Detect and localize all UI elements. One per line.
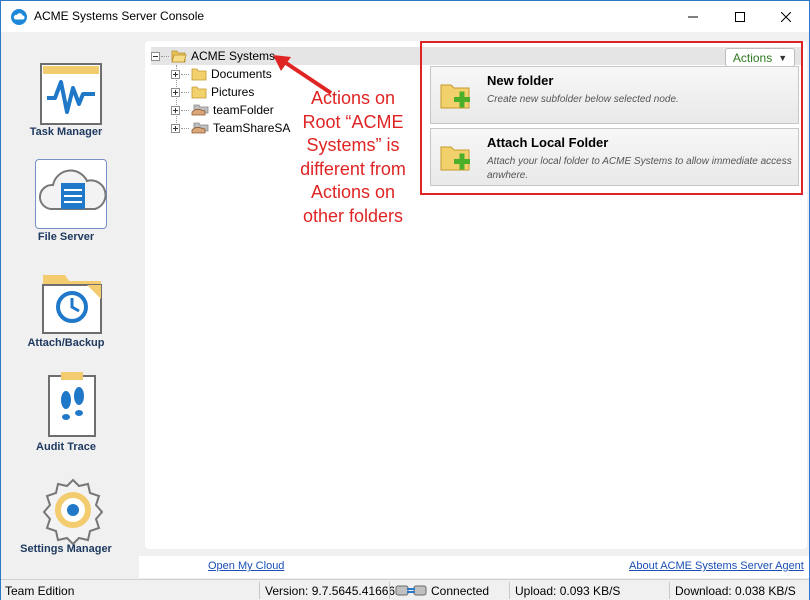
- tree-connector: [181, 91, 189, 93]
- annotation-text: Actions on Root “ACME Systems” is differ…: [300, 88, 406, 226]
- sidebar-item-label: File Server: [37, 231, 95, 243]
- tree-node-label: teamFolder: [213, 103, 274, 117]
- expand-toggle[interactable]: [171, 87, 180, 97]
- tree-node-pictures[interactable]: Pictures: [171, 83, 254, 101]
- sidebar-item-attach-backup[interactable]: Attach/Backup: [1, 267, 139, 367]
- app-window: ACME Systems Server Console Task Manager: [0, 0, 810, 600]
- about-link[interactable]: About ACME Systems Server Agent: [629, 560, 804, 572]
- sidebar-item-label: Audit Trace: [36, 441, 96, 453]
- sidebar-item-label: Settings Manager: [20, 543, 112, 555]
- close-button[interactable]: [763, 1, 809, 32]
- expand-toggle[interactable]: [171, 123, 180, 133]
- folder-icon: [191, 86, 207, 98]
- sidebar-item-label: Attach/Backup: [27, 337, 105, 349]
- maximize-button[interactable]: [717, 1, 763, 32]
- minimize-icon: [688, 16, 698, 17]
- shared-folder-icon: [191, 104, 209, 115]
- tree-node-label: Pictures: [211, 85, 255, 99]
- status-bar: Team Edition Version: 9.7.5645.41666 Con…: [1, 579, 809, 600]
- tree-node-teamfolder[interactable]: teamFolder: [171, 101, 274, 119]
- sidebar-item-audit-trace[interactable]: Audit Trace: [1, 370, 139, 470]
- action-new-folder[interactable]: New folder Create new subfolder below se…: [430, 66, 799, 124]
- task-manager-icon: [40, 63, 102, 125]
- actions-button-label: Actions: [732, 50, 773, 65]
- collapse-toggle[interactable]: [151, 51, 160, 61]
- sidebar-item-settings-manager[interactable]: Settings Manager: [1, 474, 139, 574]
- tree-node-label: Documents: [211, 67, 272, 81]
- status-divider: [509, 582, 510, 599]
- action-title: New folder: [487, 73, 554, 88]
- file-server-icon: [39, 169, 107, 210]
- tree-node-label: TeamShareSA: [213, 121, 291, 135]
- status-divider: [669, 582, 670, 599]
- settings-manager-icon: [42, 478, 104, 546]
- tree-node-documents[interactable]: Documents: [171, 65, 272, 83]
- tree-connector: [161, 55, 169, 57]
- version-status: Version: 9.7.5645.41666: [265, 583, 396, 598]
- action-description: Create new subfolder below selected node…: [487, 94, 679, 105]
- tree-node-label: ACME Systems: [191, 49, 276, 63]
- tree-node-teamsharesa[interactable]: TeamShareSA: [171, 119, 290, 137]
- upload-status: Upload: 0.093 KB/S: [515, 583, 621, 598]
- folder-icon: [191, 68, 207, 80]
- download-status: Download: 0.038 KB/S: [675, 583, 796, 598]
- caret-down-icon: ▼: [778, 52, 788, 63]
- connected-plug-icon: [395, 585, 427, 596]
- actions-panel: Actions ▼ New folder Create new subfolde…: [420, 41, 803, 195]
- actions-dropdown-button[interactable]: Actions ▼: [725, 48, 795, 67]
- new-folder-icon: [440, 84, 470, 109]
- expand-toggle[interactable]: [171, 105, 180, 115]
- action-title: Attach Local Folder: [487, 135, 609, 150]
- status-divider: [389, 582, 390, 599]
- expand-toggle[interactable]: [171, 69, 180, 79]
- status-divider: [259, 582, 260, 599]
- sidebar: Task Manager File Server Attach/Backup A…: [1, 32, 139, 578]
- tree-connector: [181, 109, 189, 111]
- maximize-icon: [735, 11, 745, 22]
- cloud-app-icon: [11, 9, 27, 25]
- connection-label: Connected: [431, 583, 490, 598]
- tree-connector: [181, 127, 189, 129]
- open-folder-icon: [171, 50, 187, 63]
- audit-trace-icon: [48, 372, 96, 437]
- action-attach-local-folder[interactable]: Attach Local Folder Attach your local fo…: [430, 128, 799, 186]
- edition-status: Team Edition: [5, 583, 75, 598]
- close-icon: [781, 11, 791, 22]
- title-bar[interactable]: ACME Systems Server Console: [1, 1, 809, 32]
- attach-folder-icon: [440, 146, 470, 171]
- minimize-button[interactable]: [670, 1, 716, 32]
- sidebar-item-file-server[interactable]: File Server: [1, 159, 139, 259]
- sidebar-item-label: Task Manager: [29, 126, 103, 138]
- tree-connector: [181, 73, 189, 75]
- sidebar-item-task-manager[interactable]: Task Manager: [1, 60, 139, 160]
- connection-status: Connected: [395, 580, 489, 600]
- shared-folder-icon: [191, 122, 209, 133]
- window-title: ACME Systems Server Console: [34, 9, 205, 23]
- action-description: Attach your local folder to ACME Systems…: [487, 156, 792, 181]
- file-server-panel: ACME Systems Documents Pictures teamFold…: [145, 41, 807, 549]
- attach-backup-icon: [42, 275, 102, 334]
- link-bar: Open My Cloud About ACME Systems Server …: [139, 556, 809, 578]
- open-my-cloud-link[interactable]: Open My Cloud: [208, 560, 284, 572]
